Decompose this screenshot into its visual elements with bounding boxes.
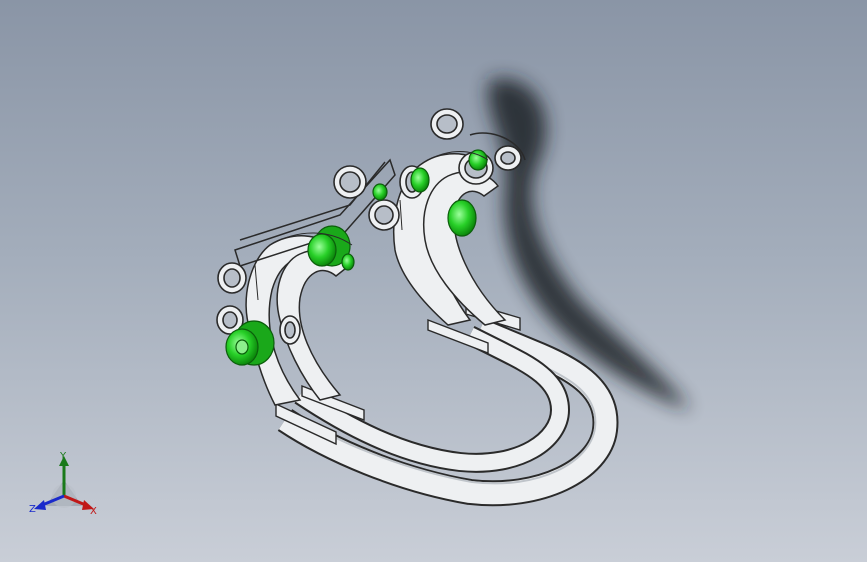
bushing-small-2 [341,253,355,271]
triad-x-label: X [90,506,97,517]
u-frame-base [277,318,619,507]
triad-y-label: Y [60,451,67,462]
left-bracket [234,158,396,406]
graphics-viewport[interactable]: Y X Z [0,0,867,562]
triad-z-label: Z [29,504,36,515]
bushing-right [447,199,477,237]
bushing-top [410,167,430,193]
3d-model-view[interactable] [0,0,867,562]
bushing-small [372,183,388,201]
